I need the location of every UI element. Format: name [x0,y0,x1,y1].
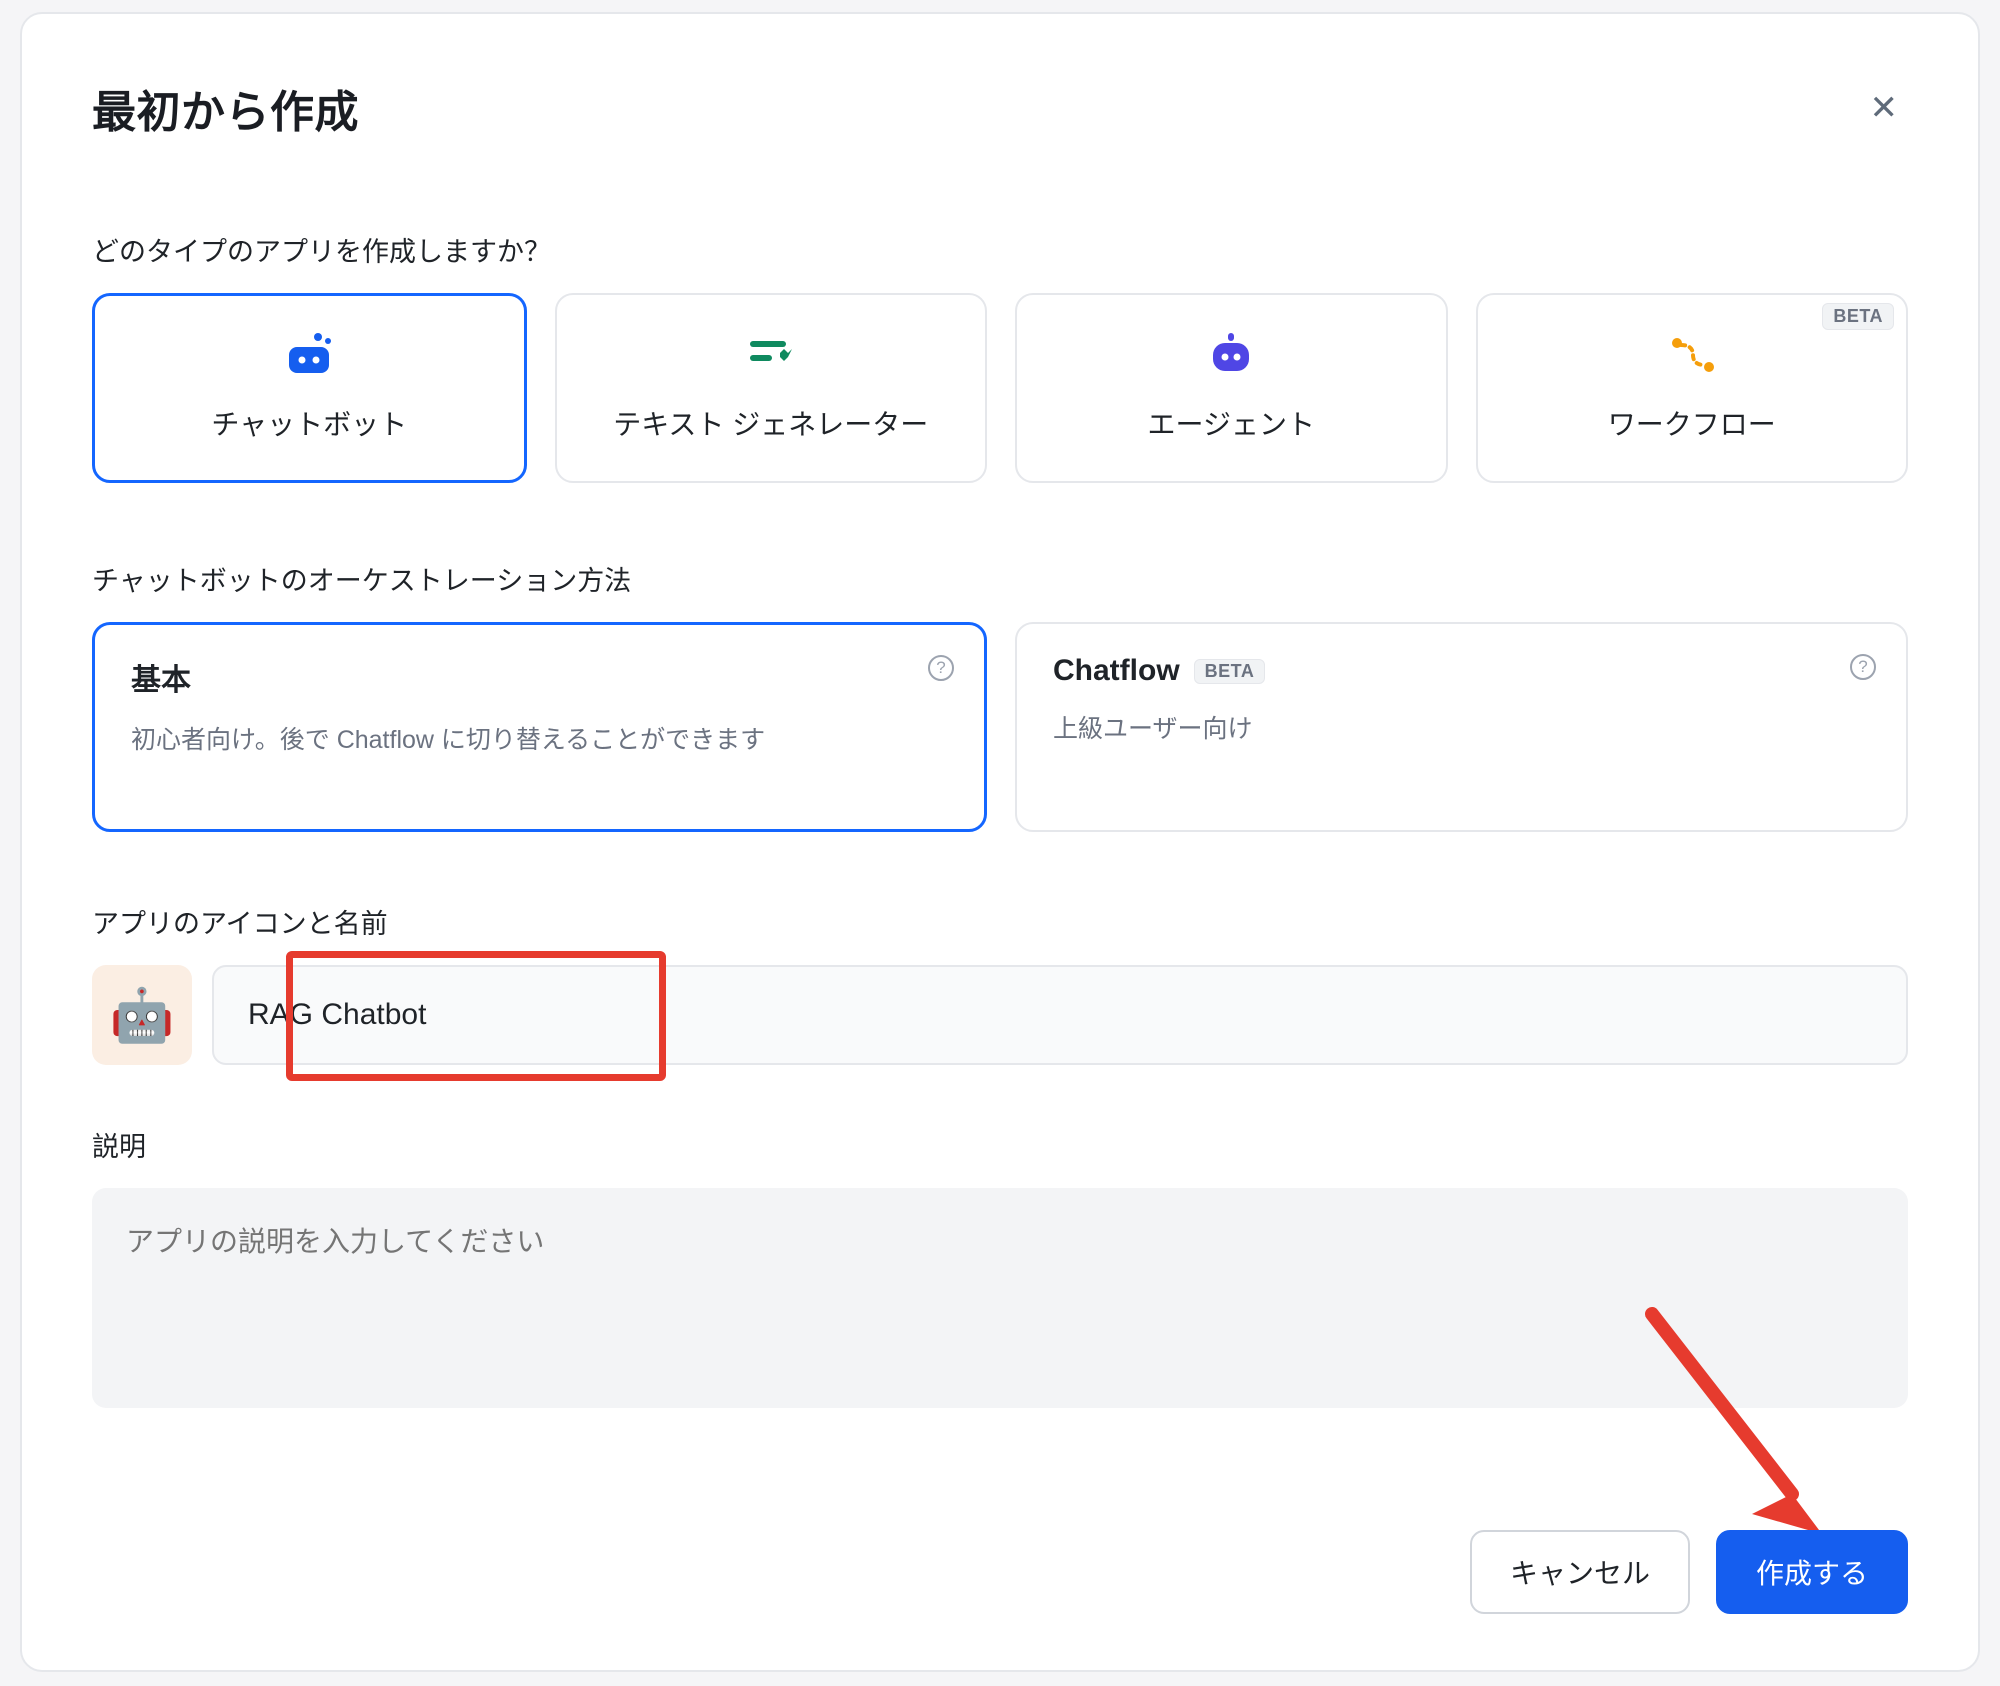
dialog-header: 最初から作成 ✕ [92,76,1908,140]
workflow-icon [1662,333,1722,377]
app-type-label: どのタイプのアプリを作成しますか？ [92,230,1908,269]
app-name-input[interactable] [212,965,1908,1065]
orch-title: 基本 [131,655,948,699]
orch-title-text: Chatflow [1053,654,1180,688]
dialog-footer: キャンセル 作成する [1470,1530,1908,1614]
orch-desc: 初心者向け。後で Chatflow に切り替えることができます [131,719,948,762]
dialog-title: 最初から作成 [92,76,359,140]
orch-card-basic[interactable]: ? 基本 初心者向け。後で Chatflow に切り替えることができます [92,622,987,832]
text-generator-icon [741,333,801,377]
type-label: エージェント [1148,403,1315,443]
help-icon[interactable]: ? [928,655,954,681]
type-card-chatbot[interactable]: チャットボット [92,293,527,483]
description-section-label: 説明 [92,1125,1908,1164]
app-icon-picker[interactable]: 🤖 [92,965,192,1065]
cancel-button[interactable]: キャンセル [1470,1530,1690,1614]
orch-title: Chatflow BETA [1053,654,1870,688]
type-card-workflow[interactable]: BETA ワークフロー [1476,293,1909,483]
app-type-row: チャットボット テキスト ジェネレーター エージェ [92,293,1908,483]
type-label: ワークフロー [1608,403,1776,443]
name-row: 🤖 [92,965,1908,1065]
orch-card-chatflow[interactable]: ? Chatflow BETA 上級ユーザー向け [1015,622,1908,832]
agent-icon [1201,333,1261,377]
type-card-textgen[interactable]: テキスト ジェネレーター [555,293,988,483]
beta-badge: BETA [1822,303,1894,330]
orch-desc: 上級ユーザー向け [1053,708,1870,751]
orchestration-label: チャットボットのオーケストレーション方法 [92,559,1908,598]
chatbot-icon [279,333,339,377]
create-button[interactable]: 作成する [1716,1530,1908,1614]
type-card-agent[interactable]: エージェント [1015,293,1448,483]
app-description-input[interactable] [92,1188,1908,1408]
name-section-label: アプリのアイコンと名前 [92,902,1908,941]
type-label: テキスト ジェネレーター [613,403,928,443]
orchestration-row: ? 基本 初心者向け。後で Chatflow に切り替えることができます ? C… [92,622,1908,832]
close-icon[interactable]: ✕ [1860,81,1909,135]
robot-icon: 🤖 [110,985,175,1046]
beta-badge: BETA [1194,659,1266,684]
help-icon[interactable]: ? [1850,654,1876,680]
type-label: チャットボット [211,403,407,443]
create-app-dialog: 最初から作成 ✕ どのタイプのアプリを作成しますか？ チャットボット [20,12,1980,1672]
